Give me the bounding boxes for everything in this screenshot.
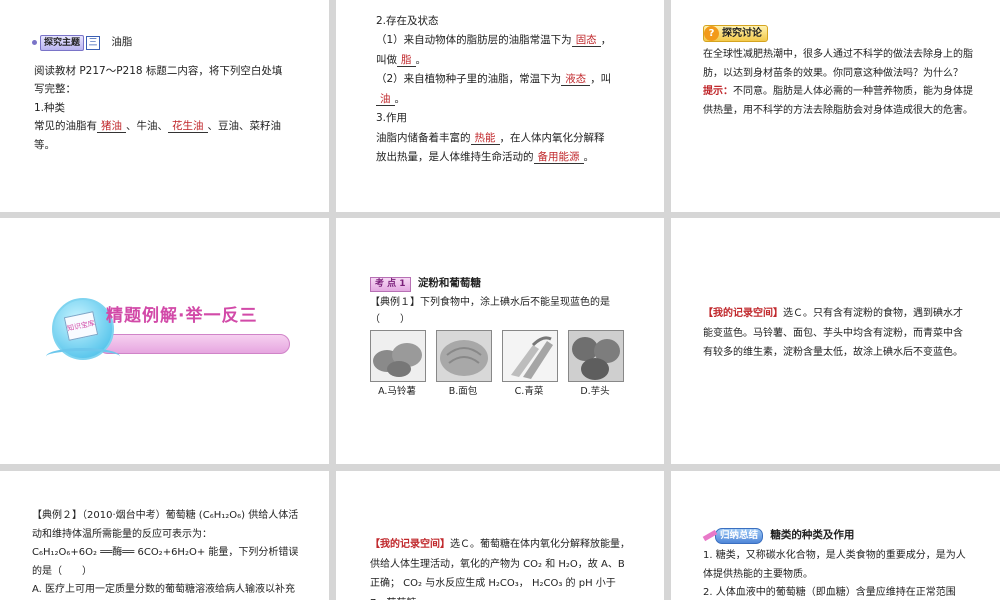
text: ，在人体内氧化分解释 <box>499 131 605 144</box>
section-banner: 知识宝库 精题例解·举一反三 <box>46 298 290 368</box>
example-question: 【典例１】下列食物中，涂上碘水后不能呈现蓝色的是（ ） <box>370 297 610 325</box>
question-text: 在全球性减肥热潮中，很多人通过不科学的做法去除身上的脂肪，以达到身材苗条的效果。… <box>703 49 973 79</box>
answer-blank: 猪油 <box>97 120 126 134</box>
food-label: A.马铃薯 <box>378 386 416 397</box>
answer-blank: 热能 <box>470 131 500 145</box>
answer-blank: 脂 <box>397 53 416 67</box>
option-a: A. 医疗上可用一定质量分数的葡萄糖溶液给病人输液以补充能量 <box>32 584 296 595</box>
summary-title: 糖类的种类及作用 <box>770 529 855 541</box>
open-book-icon <box>46 348 120 365</box>
topic-header: 探究主题三 油脂 <box>32 34 132 51</box>
slide-panel-6: 【我的记录空间】选Ｃ。只有含有淀粉的食物，遇到碘水才能变蓝色。马铃薯、面包、芋头… <box>671 218 1000 464</box>
function-line-1: 油脂内储备着丰富的 热能 ，在人体内氧化分解释 <box>376 129 636 148</box>
badge-label: 探究讨论 <box>722 28 762 39</box>
answer-blank: 固态 <box>571 34 601 48</box>
text: （2）来自植物种子里的油脂，常温下为 <box>376 73 562 86</box>
topic-title: 油脂 <box>111 36 133 48</box>
answer-blank: 花生油 <box>168 120 208 134</box>
discuss-badge: ? 探究讨论 <box>703 25 768 42</box>
discuss-body: 在全球性减肥热潮中，很多人通过不科学的做法去除身上的脂肪，以达到身材苗条的效果。… <box>703 46 973 120</box>
summary-body: 1. 糖类，又称碳水化合物，是人类食物的重要成分，是为人体提供热能的主要物质。 … <box>703 547 975 600</box>
text: 。 <box>415 53 427 66</box>
reaction-equation: C₆H₁₂O₆+6O₂ ══酶══ 6CO₂+6H₂O+ 能量，下列分析错误的是… <box>32 547 299 577</box>
banner-bar <box>98 334 290 354</box>
text: 。 <box>583 150 595 163</box>
example-question: 【典例２】（2010·烟台中考）葡萄糖 (C₆H₁₂O₆) 供给人体活动和维持体… <box>32 510 299 540</box>
state-line-1: （1）来自动物体的脂肪层的油脂常温下为 固态， <box>376 31 636 50</box>
taro-image <box>568 330 624 382</box>
key-point-title: 淀粉和葡萄糖 <box>417 277 481 289</box>
kp-header: 考 点 1 淀粉和葡萄糖 <box>370 276 481 292</box>
bullet-icon <box>32 39 37 45</box>
slide-panel-7: 【典例２】（2010·烟台中考）葡萄糖 (C₆H₁₂O₆) 供给人体活动和维持体… <box>0 471 329 600</box>
slide-panel-1: 探究主题三 油脂 阅读教材 P217～P218 标题二内容，将下列空白处填写完整… <box>0 0 329 212</box>
text: 、牛油、 <box>126 120 168 133</box>
discuss-header: ? 探究讨论 <box>703 24 768 42</box>
slide-panel-5: 考 点 1 淀粉和葡萄糖 【典例１】下列食物中，涂上碘水后不能呈现蓝色的是（ ）… <box>336 218 664 464</box>
food-label: D.芋头 <box>580 386 610 397</box>
answer-blank: 液态 <box>561 73 591 87</box>
slide-panel-2: 2.存在及状态 （1）来自动物体的脂肪层的油脂常温下为 固态， 叫做脂。 （2）来… <box>336 0 664 212</box>
state-line-3: （2）来自植物种子里的油脂，常温下为 液态 ，叫 <box>376 70 636 89</box>
hint-label: 提示： <box>703 86 733 97</box>
record-label: 【我的记录空间】 <box>703 308 783 319</box>
example-2: 【典例２】（2010·烟台中考）葡萄糖 (C₆H₁₂O₆) 供给人体活动和维持体… <box>32 507 304 600</box>
text: 不同意。脂肪是人体必需的一种营养物质，能为身体提供热量，用不科学的方法去除脂肪会… <box>703 86 973 116</box>
text: 常见的油脂有 <box>34 120 97 133</box>
slide-panel-4: 知识宝库 精题例解·举一反三 <box>0 218 329 464</box>
intro-text: 阅读教材 P217～P218 标题二内容，将下列空白处填写完整： <box>34 65 283 96</box>
key-point-badge: 考 点 1 <box>370 277 411 292</box>
text: 油脂内储备着丰富的 <box>376 131 471 144</box>
text: ， <box>600 34 612 47</box>
text: 叫做 <box>376 53 397 66</box>
state-line-2: 叫做脂。 <box>376 51 636 70</box>
slide-panel-3: ? 探究讨论 在全球性减肥热潮中，很多人通过不科学的做法去除身上的脂肪，以达到身… <box>671 0 1000 212</box>
hint-text: 提示：不同意。脂肪是人体必需的一种营养物质，能为身体提供热量，用不科学的方法去除… <box>703 83 973 120</box>
text: ，叫 <box>590 73 612 86</box>
vegetable-image <box>502 330 558 382</box>
function-line-2: 放出热量，是人体维持生命活动的 备用能源。 <box>376 148 636 167</box>
answer-record: 【我的记录空间】选Ｃ。只有含有淀粉的食物，遇到碘水才能变蓝色。马铃薯、面包、芋头… <box>703 304 971 363</box>
slide-panel-8: 【我的记录空间】选Ｃ。葡萄糖在体内氧化分解释放能量，供给人体生理活动，氧化的产物… <box>336 471 664 600</box>
question-icon: ? <box>704 26 719 41</box>
summary-line: 2. 人体血液中的葡萄糖（即血糖）含量应维持在正常范围内， <box>703 587 956 598</box>
topic-tag: 探究主题 <box>40 35 85 51</box>
text: （1）来自动物体的脂肪层的油脂常温下为 <box>376 34 572 47</box>
types-line: 常见的油脂有 猪油 、牛油、 花生油 、豆油、菜籽油等。 <box>34 117 286 154</box>
record-label: 【我的记录空间】 <box>370 539 450 550</box>
state-line-4: 油。 <box>376 90 636 109</box>
text: 。 <box>394 92 406 105</box>
answer-blank: 油 <box>376 92 395 106</box>
answer-record: 【我的记录空间】选Ｃ。葡萄糖在体内氧化分解释放能量，供给人体生理活动，氧化的产物… <box>370 535 632 600</box>
banner-title: 精题例解·举一反三 <box>106 306 258 326</box>
topic-number: 三 <box>86 36 101 50</box>
potato-image <box>370 330 426 382</box>
summary-badge: 归纳总结 <box>715 528 764 544</box>
answer-blank: 备用能源 <box>533 150 584 164</box>
topic-body: 阅读教材 P217～P218 标题二内容，将下列空白处填写完整： 1.种类 常见… <box>34 62 286 154</box>
section-heading: 2.存在及状态 <box>376 15 439 27</box>
section-heading: 1.种类 <box>34 101 66 114</box>
summary-line: 1. 糖类，又称碳水化合物，是人类食物的重要成分，是为人体提供热能的主要物质。 <box>703 550 966 580</box>
summary-header: 归纳总结 糖类的种类及作用 <box>702 527 855 544</box>
bread-image <box>436 330 492 382</box>
slide-panel-9: 归纳总结 糖类的种类及作用 1. 糖类，又称碳水化合物，是人类食物的重要成分，是… <box>671 471 1000 600</box>
section-heading: 3.作用 <box>376 112 408 125</box>
food-options: A.马铃薯 B.面包 C.青菜 D.芋头 <box>370 330 630 402</box>
food-label: C.青菜 <box>514 386 544 397</box>
food-label: B.面包 <box>448 386 478 397</box>
state-body: 2.存在及状态 （1）来自动物体的脂肪层的油脂常温下为 固态， 叫做脂。 （2）来… <box>376 12 636 167</box>
text: 放出热量，是人体维持生命活动的 <box>376 150 534 163</box>
